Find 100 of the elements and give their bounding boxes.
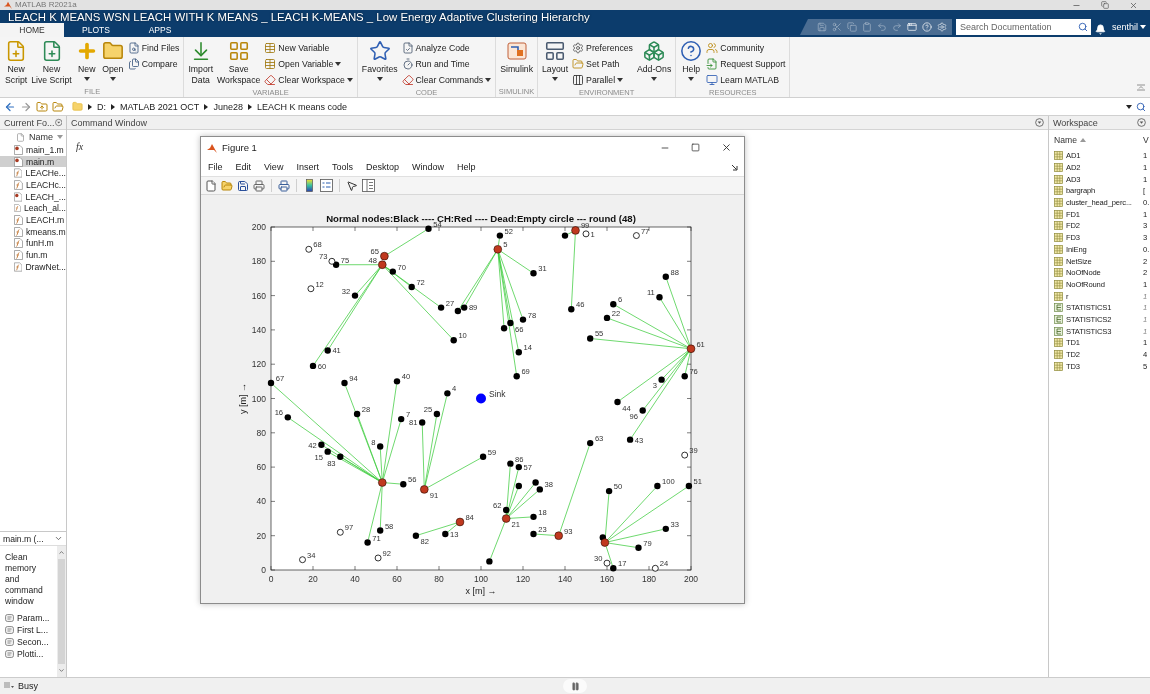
toolstrip-button[interactable]: Import Data <box>186 40 216 85</box>
toolstrip-button[interactable]: Learn MATLAB <box>704 72 788 88</box>
menu-item[interactable]: Insert <box>291 159 324 175</box>
dropdown-icon[interactable] <box>54 118 62 127</box>
help-icon[interactable] <box>922 22 932 32</box>
search-field[interactable]: Search Documentation <box>956 19 1091 35</box>
bell-icon[interactable] <box>1095 24 1106 35</box>
colorbar-icon[interactable] <box>303 179 316 192</box>
menu-item[interactable]: Edit <box>230 159 257 175</box>
toolstrip-button[interactable]: Open Variable <box>262 56 355 72</box>
undo-icon[interactable] <box>877 22 887 32</box>
scissors-icon[interactable] <box>832 22 842 32</box>
toolstrip-button[interactable]: Clear Workspace <box>262 72 355 88</box>
section-item[interactable]: Plotti... <box>17 649 44 659</box>
folder-icon[interactable] <box>52 100 64 113</box>
dock-arrow-icon[interactable] <box>731 163 738 171</box>
toolstrip-button[interactable]: New Variable <box>262 40 355 56</box>
column-header[interactable]: V <box>1143 135 1150 145</box>
toolstrip-button[interactable]: Favorites <box>359 40 400 81</box>
printer-icon[interactable] <box>253 179 265 192</box>
redo-icon[interactable] <box>892 22 902 32</box>
file-row[interactable]: LEACH_... <box>0 190 66 203</box>
new-file-icon[interactable] <box>205 179 217 192</box>
copy-icon[interactable] <box>847 22 857 32</box>
ribbon-tab[interactable]: PLOTS <box>64 23 128 37</box>
menu-item[interactable]: Desktop <box>360 159 404 175</box>
file-row[interactable]: DrawNet... <box>0 260 66 273</box>
toolstrip-button[interactable]: Parallel <box>570 72 635 88</box>
bars-icon[interactable] <box>4 682 14 690</box>
details-header[interactable]: main.m (... <box>0 532 66 546</box>
window-icon[interactable] <box>907 22 917 32</box>
dropdown-icon[interactable] <box>1035 118 1044 127</box>
column-header[interactable]: Name <box>1054 135 1077 145</box>
sort-icon[interactable] <box>1079 138 1086 142</box>
path-segment[interactable]: LEACH K means code <box>256 101 347 112</box>
search-icon[interactable] <box>1136 101 1146 112</box>
menu-item[interactable]: Window <box>406 159 449 175</box>
file-row[interactable]: kmeans.m <box>0 225 66 238</box>
legend-icon[interactable] <box>320 179 333 192</box>
forward-arrow-icon[interactable] <box>20 100 32 113</box>
ribbon-tab[interactable]: APPS <box>128 23 192 37</box>
dropdown-icon[interactable] <box>1137 118 1146 127</box>
collapse-icon[interactable] <box>1137 84 1145 91</box>
toolstrip-button[interactable]: Analyze Code <box>399 40 494 56</box>
file-row[interactable]: Leach_al... <box>0 202 66 215</box>
vertical-scrollbar[interactable] <box>57 546 66 677</box>
path-segment[interactable]: MATLAB 2021 OCT <box>120 101 200 112</box>
toolstrip-button[interactable]: Run and Time <box>399 56 494 72</box>
menu-item[interactable]: Help <box>451 159 481 175</box>
toolstrip-button[interactable]: Find Files <box>125 40 182 56</box>
toolstrip-button[interactable]: Community <box>704 40 788 56</box>
path-segment[interactable]: D: <box>97 101 106 112</box>
toolstrip-button[interactable]: Help <box>678 40 705 81</box>
property-panel-icon[interactable] <box>362 179 375 192</box>
toolstrip-button[interactable]: Set Path <box>570 56 635 72</box>
file-row[interactable]: fun.m <box>0 249 66 261</box>
printer-icon[interactable] <box>278 179 290 192</box>
restore-icon[interactable] <box>1101 1 1109 9</box>
toolstrip-button[interactable]: New <box>73 40 100 81</box>
maximize-icon[interactable] <box>691 143 700 152</box>
pointer-icon[interactable] <box>346 179 358 192</box>
close-icon[interactable] <box>721 142 732 153</box>
ribbon-tab[interactable]: HOME <box>0 23 64 37</box>
menu-item[interactable]: File <box>203 159 228 175</box>
settings-icon[interactable] <box>937 22 947 32</box>
toolstrip-button[interactable]: Clear Commands <box>399 72 494 88</box>
clipboard-icon[interactable] <box>862 22 872 32</box>
menu-item[interactable]: View <box>259 159 289 175</box>
scroll-up-icon[interactable] <box>58 549 65 556</box>
search-icon[interactable] <box>1078 22 1088 32</box>
scroll-down-icon[interactable] <box>58 667 65 674</box>
toolstrip-button[interactable]: Open <box>99 40 126 81</box>
toolstrip-button[interactable]: Simulink <box>498 40 535 75</box>
column-header[interactable]: Name <box>29 132 53 142</box>
function-browser-button[interactable]: fx <box>76 141 84 152</box>
file-row[interactable]: main_1.m <box>0 144 66 156</box>
file-row[interactable]: LEACHe... <box>0 167 66 180</box>
toolstrip-button[interactable]: Save Workspace <box>215 40 263 85</box>
toolstrip-button[interactable]: Preferences <box>570 40 635 56</box>
file-row[interactable]: funH.m <box>0 237 66 250</box>
section-item[interactable]: Param... <box>17 613 50 623</box>
file-row[interactable]: LEACH.m <box>0 214 66 226</box>
toolstrip-button[interactable]: New Live Script <box>29 40 74 85</box>
toolstrip-button[interactable]: Layout <box>540 40 571 81</box>
toolstrip-button[interactable]: Request Support <box>704 56 788 72</box>
file-row[interactable]: LEACHc... <box>0 179 66 191</box>
folder-up-icon[interactable] <box>36 100 48 113</box>
back-arrow-icon[interactable] <box>4 100 16 113</box>
section-item[interactable]: First L... <box>17 625 49 635</box>
sort-icon[interactable] <box>57 135 63 139</box>
pause-button[interactable] <box>563 679 587 693</box>
toolstrip-button[interactable]: Add-Ons <box>634 40 674 81</box>
menu-item[interactable]: Tools <box>326 159 358 175</box>
file-row[interactable]: main.m <box>0 155 66 168</box>
save-icon[interactable] <box>237 179 249 192</box>
toolstrip-button[interactable]: Compare <box>125 56 182 72</box>
section-item[interactable]: Secon... <box>17 637 49 647</box>
path-segment[interactable]: June28 <box>213 101 243 112</box>
user-menu[interactable]: senthil <box>1110 19 1148 35</box>
toolstrip-button[interactable]: New Script <box>3 40 30 85</box>
